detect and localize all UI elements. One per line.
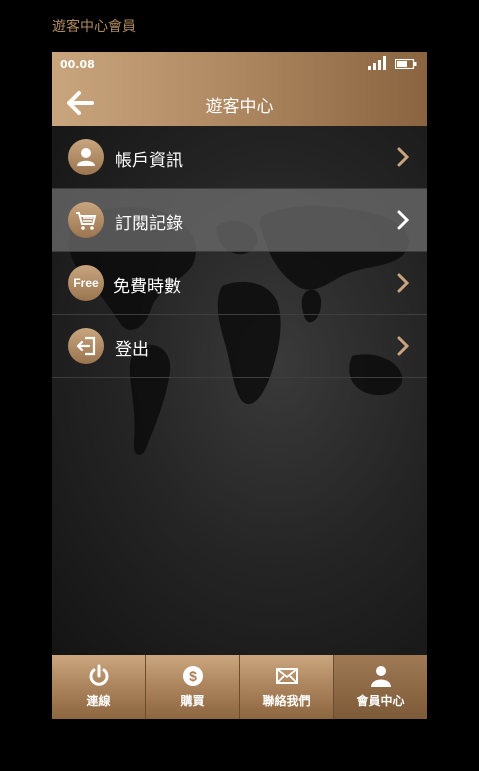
dollar-icon: $: [182, 666, 203, 686]
chevron-right-icon: [397, 273, 410, 293]
phone-screen: 00.08 遊客中心 帳戶資訊 訂閱記錄 Free 免費時數 登出 連線 $ 購…: [52, 52, 427, 719]
page-title: 遊客中心: [205, 97, 274, 117]
content-area: 帳戶資訊 訂閱記錄 Free 免費時數 登出: [52, 126, 427, 655]
tab-label: 購買: [180, 694, 205, 708]
menu-item-account-info[interactable]: 帳戶資訊: [52, 126, 427, 189]
signal-icon: [368, 56, 386, 70]
menu-item-free-hours[interactable]: Free 免費時數: [52, 252, 427, 315]
menu-item-logout[interactable]: 登出: [52, 315, 427, 378]
chevron-right-icon: [397, 147, 410, 167]
free-badge-text: Free: [73, 276, 99, 290]
menu-item-subscription-records[interactable]: 訂閱記錄: [52, 189, 427, 252]
tab-connect[interactable]: 連線: [52, 655, 146, 719]
tab-label: 連線: [86, 694, 111, 708]
tab-label: 聯絡我們: [262, 694, 311, 708]
tab-purchase[interactable]: $ 購買: [146, 655, 240, 719]
chevron-right-icon: [397, 336, 410, 356]
menu-item-label: 帳戶資訊: [115, 151, 183, 171]
logout-icon: [68, 328, 104, 364]
tab-label: 會員中心: [356, 694, 405, 708]
battery-icon: [395, 59, 417, 69]
chevron-right-icon: [397, 210, 410, 230]
tab-contact-us[interactable]: 聯絡我們: [240, 655, 334, 719]
power-icon: [89, 664, 108, 686]
bottom-tab-bar: 連線 $ 購買 聯絡我們 會員中心: [52, 655, 427, 719]
menu-item-label: 訂閱記錄: [115, 214, 183, 234]
svg-text:$: $: [189, 668, 197, 684]
free-badge-icon: Free: [68, 265, 104, 301]
tab-member-center[interactable]: 會員中心: [334, 655, 427, 719]
user-icon: [68, 139, 104, 175]
cart-icon: [68, 202, 104, 238]
member-icon: [370, 666, 391, 687]
menu-item-label: 免費時數: [113, 277, 181, 297]
header-bar: 00.08 遊客中心: [52, 52, 427, 126]
menu-item-label: 登出: [115, 340, 149, 360]
mail-icon: [275, 668, 298, 684]
page-caption: 遊客中心會員: [52, 19, 136, 35]
status-time: 00.08: [60, 58, 95, 71]
